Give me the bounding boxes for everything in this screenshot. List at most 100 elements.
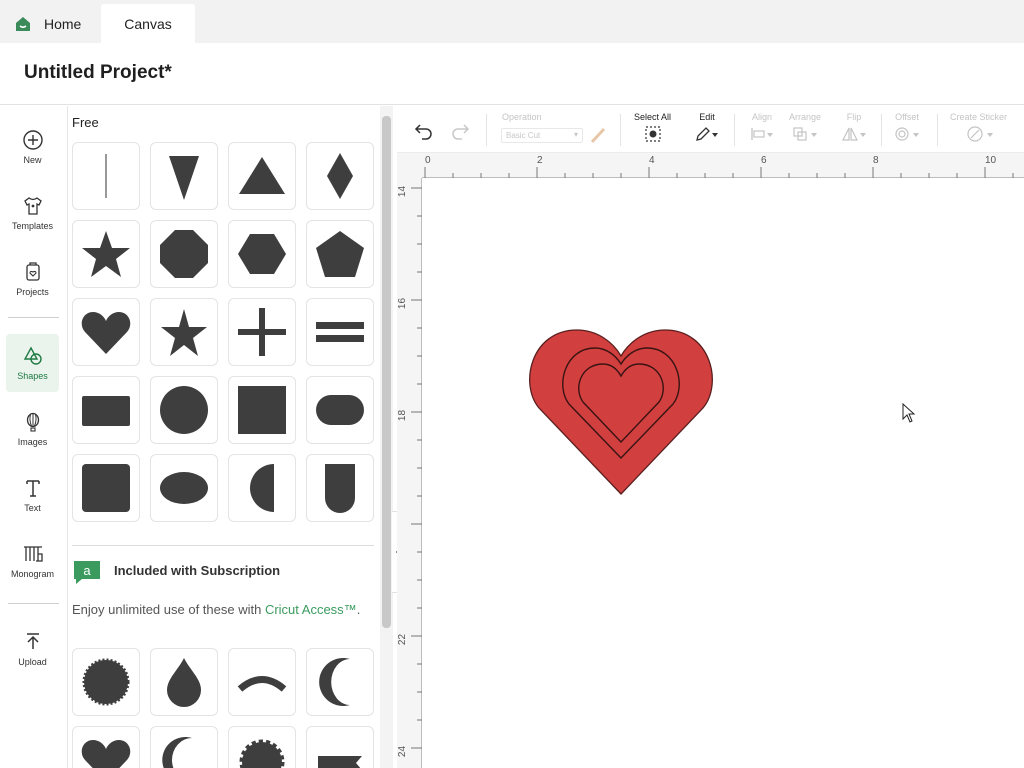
arrange-button[interactable]: Arrange (789, 112, 821, 143)
edit-button[interactable]: Edit (694, 112, 720, 143)
home-icon (16, 16, 30, 31)
heart-design[interactable] (525, 326, 717, 498)
operation-select[interactable]: Basic Cut ▾ (501, 128, 583, 143)
nav-item-new[interactable]: New (6, 118, 59, 176)
nav-item-upload[interactable]: Upload (6, 620, 59, 678)
half-circle-shape-icon (250, 464, 274, 512)
align-button[interactable]: Align (749, 112, 775, 143)
select-all-button[interactable]: Select All (634, 112, 671, 143)
shape-diamond[interactable] (306, 142, 374, 210)
shape-pentagon[interactable] (306, 220, 374, 288)
free-heading: Free (72, 115, 99, 130)
panel-scrollbar[interactable] (380, 106, 393, 768)
shapes-icon (23, 346, 42, 365)
nav-item-templates[interactable]: Templates (6, 184, 59, 242)
shape-crescent[interactable] (306, 648, 374, 716)
nav-item-images[interactable]: Images (6, 400, 59, 458)
shape-triangle[interactable] (228, 142, 296, 210)
shape-heart-2[interactable] (72, 726, 140, 768)
nav-item-shapes[interactable]: Shapes (6, 334, 59, 392)
offset-button[interactable]: Offset (893, 112, 921, 143)
diamond-shape-icon (327, 153, 353, 199)
shape-triangle-down[interactable] (150, 142, 218, 210)
heart-shape-icon (81, 312, 131, 354)
design-canvas[interactable] (422, 178, 1024, 768)
tab-bar: Home Canvas (0, 0, 1024, 43)
cricut-design-space: Home Canvas Untitled Project* New Templa… (0, 0, 1024, 768)
octagon-shape-icon (160, 230, 208, 278)
chevron-down-icon: ▾ (573, 130, 578, 139)
scalloped-circle-shape-icon (82, 658, 130, 706)
operation-value: Basic Cut (506, 131, 541, 140)
upload-icon (26, 633, 39, 649)
shape-crescent-thin[interactable] (150, 726, 218, 768)
project-title[interactable]: Untitled Project* (24, 62, 172, 84)
scroll-thumb[interactable] (382, 116, 391, 628)
shape-oval[interactable] (150, 454, 218, 522)
flip-button[interactable]: Flip (840, 112, 868, 143)
cricut-access-link[interactable]: Cricut Access™ (265, 602, 357, 617)
ruler-ticks-horizontal (424, 167, 1014, 178)
shape-rectangle[interactable] (72, 376, 140, 444)
shape-half-circle[interactable] (228, 454, 296, 522)
shape-star-thin[interactable] (150, 298, 218, 366)
shape-banner[interactable] (306, 726, 374, 768)
redo-icon[interactable] (450, 122, 470, 140)
undo-icon[interactable] (414, 122, 434, 140)
shape-scalloped-circle-2[interactable] (228, 726, 296, 768)
teardrop-shape-icon (167, 658, 201, 707)
ruler-label: 2 (537, 155, 543, 166)
ruler-label: 18 (397, 409, 409, 422)
line-shape-icon (105, 154, 107, 198)
ruler-label: 24 (397, 745, 409, 758)
ruler-vertical: 14 16 18 22 24 (397, 178, 422, 768)
shirt-icon (23, 197, 42, 215)
triangle-shape-icon (239, 157, 285, 194)
tab-home[interactable]: Home (14, 4, 81, 43)
shape-equals[interactable] (306, 298, 374, 366)
sticker-icon (966, 126, 993, 142)
ruler-label: 0 (425, 155, 431, 166)
create-sticker-button[interactable]: Create Sticker (950, 112, 1007, 143)
nav-label-upload: Upload (18, 657, 47, 667)
ruler-label: 16 (397, 297, 409, 310)
shape-octagon[interactable] (150, 220, 218, 288)
shape-teardrop[interactable] (150, 648, 218, 716)
shape-arc[interactable] (228, 648, 296, 716)
mouse-cursor-icon (902, 403, 916, 423)
rounded-rectangle-shape-icon (316, 395, 364, 425)
shape-line[interactable] (72, 142, 140, 210)
ruler-ticks-vertical (411, 187, 422, 749)
ruler-label: 22 (397, 633, 409, 646)
nav-item-monogram[interactable]: Monogram (6, 532, 59, 590)
shape-plus[interactable] (228, 298, 296, 366)
nav-item-text[interactable]: Text (6, 466, 59, 524)
star-thin-shape-icon (161, 309, 207, 356)
align-icon (751, 128, 773, 140)
shape-square-rounded[interactable] (72, 454, 140, 522)
shape-heart[interactable] (72, 298, 140, 366)
shape-scalloped-circle[interactable] (72, 648, 140, 716)
rectangle-shape-icon (82, 396, 130, 426)
crescent-shape-icon (319, 658, 350, 706)
shape-hexagon[interactable] (228, 220, 296, 288)
pen-color-icon[interactable] (589, 126, 607, 144)
nav-item-projects[interactable]: Projects (6, 250, 59, 308)
shape-star[interactable] (72, 220, 140, 288)
shape-rounded-rectangle[interactable] (306, 376, 374, 444)
arrange-icon (793, 127, 818, 141)
projects-icon (25, 262, 40, 281)
shape-square[interactable] (228, 376, 296, 444)
shape-circle[interactable] (150, 376, 218, 444)
shape-shield[interactable] (306, 454, 374, 522)
circle-shape-icon (160, 386, 208, 434)
tab-canvas[interactable]: Canvas (101, 4, 195, 43)
subscription-description: Enjoy unlimited use of these with Cricut… (72, 600, 362, 620)
offset-label: Offset (895, 112, 919, 122)
equals-shape-icon (316, 322, 364, 342)
toolbar-separator (937, 114, 938, 146)
operation-label: Operation (502, 112, 542, 122)
nav-separator (8, 603, 59, 604)
subscription-heading: Included with Subscription (114, 563, 281, 578)
ruler-label: 6 (761, 155, 767, 166)
